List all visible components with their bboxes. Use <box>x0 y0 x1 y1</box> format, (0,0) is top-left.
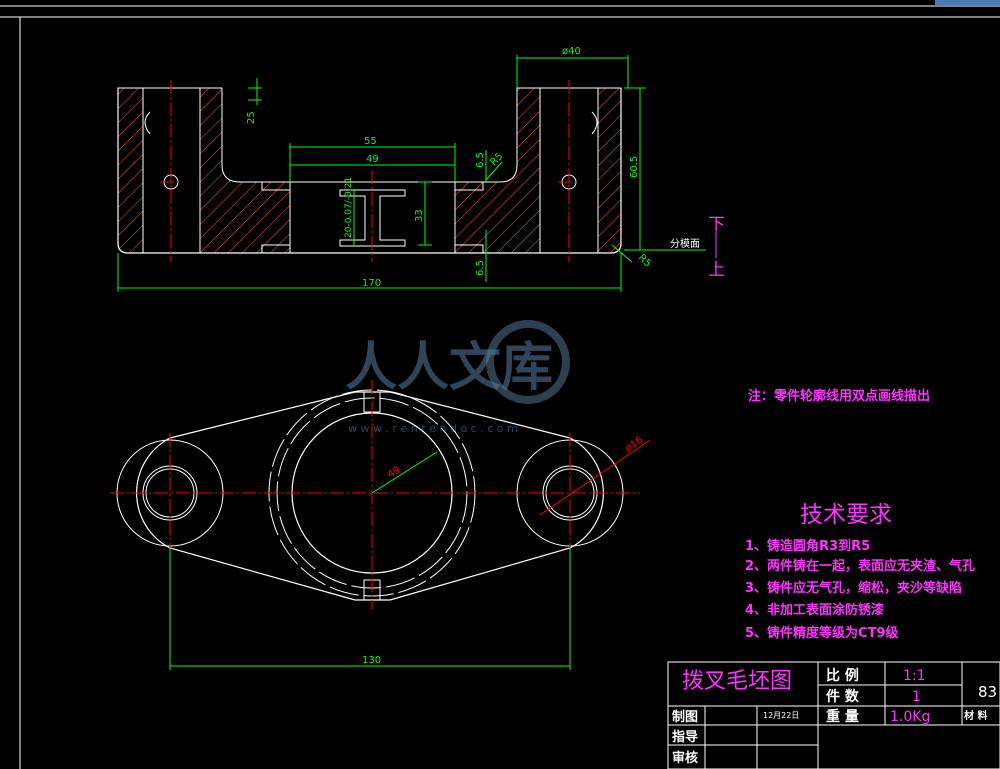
guide-label: 指导 <box>672 729 698 745</box>
drawn-by-label: 制图 <box>672 709 698 725</box>
dim-55: 55 <box>364 136 377 147</box>
plan-dim-49: 49 <box>386 464 403 480</box>
weight-value: 1.0Kg <box>890 709 930 725</box>
tech-title: 技术要求 <box>800 502 892 528</box>
up-label: 上 <box>708 260 725 280</box>
scale-label: 比 例 <box>826 667 859 684</box>
dim-r5-top: R5 <box>488 151 505 168</box>
tech-item: 4、非加工表面涂防锈漆 <box>745 602 884 618</box>
right-hatch-outer <box>597 87 622 254</box>
drawing-name: 拨叉毛坯图 <box>682 669 792 694</box>
drawing-number: 83 <box>978 683 997 701</box>
weight-label: 重 量 <box>826 708 859 725</box>
technical-requirements: 技术要求 1、铸造圆角R3到R5 2、两件铸在一起，表面应无夹渣、气孔 3、铸件… <box>745 502 975 641</box>
left-hatch-outer <box>117 87 144 254</box>
dim-r5-bottom: R5 <box>636 252 653 269</box>
quantity-value: 1 <box>912 689 921 705</box>
dim-170: 170 <box>362 278 381 289</box>
watermark: 人人文库 w w w . r e n r e n d o c . c o m <box>345 320 570 435</box>
tech-item: 5、铸件精度等级为CT9级 <box>745 625 899 641</box>
dim-25: 25 <box>246 111 257 124</box>
review-label: 审核 <box>672 750 698 766</box>
cad-drawing-canvas: ø40 25 55 49 6.5 R5 60.5 33 20-0.07/-0.2… <box>0 0 1000 769</box>
tech-item: 2、两件铸在一起，表面应无夹渣、气孔 <box>745 558 975 574</box>
dim-49: 49 <box>366 154 379 165</box>
watermark-url: w w w . r e n r e n d o c . c o m <box>348 422 518 435</box>
tech-item: 3、铸件应无气孔，缩松，夹沙等缺陷 <box>745 580 962 596</box>
scale-value: 1:1 <box>903 668 926 684</box>
left-hatch-inner <box>199 87 291 254</box>
dim-60-5: 60.5 <box>629 156 640 178</box>
tech-item: 1、铸造圆角R3到R5 <box>745 538 870 554</box>
plan-dim-phi16: ø16 <box>623 435 645 455</box>
section-view: ø40 25 55 49 6.5 R5 60.5 33 20-0.07/-0.2… <box>117 46 725 292</box>
right-hatch-inner <box>454 87 541 254</box>
dim-phi40: ø40 <box>562 46 581 57</box>
dim-tolerance: 20-0.07/-0.21 <box>344 177 354 238</box>
watermark-text: 人人文库 <box>345 338 553 398</box>
quantity-label: 件 数 <box>826 688 860 705</box>
material-label: 材 料 <box>964 709 987 722</box>
drawn-date: 12月22日 <box>763 711 799 720</box>
dim-6-5-bottom: 6.5 <box>475 260 486 276</box>
plan-dim-130: 130 <box>362 655 381 666</box>
parting-plane-label: 分模面 <box>670 238 700 250</box>
dim-6-5-top: 6.5 <box>475 152 486 168</box>
dim-33: 33 <box>414 209 425 222</box>
outline-note: 注：零件轮廓线用双点画线描出 <box>748 388 930 404</box>
